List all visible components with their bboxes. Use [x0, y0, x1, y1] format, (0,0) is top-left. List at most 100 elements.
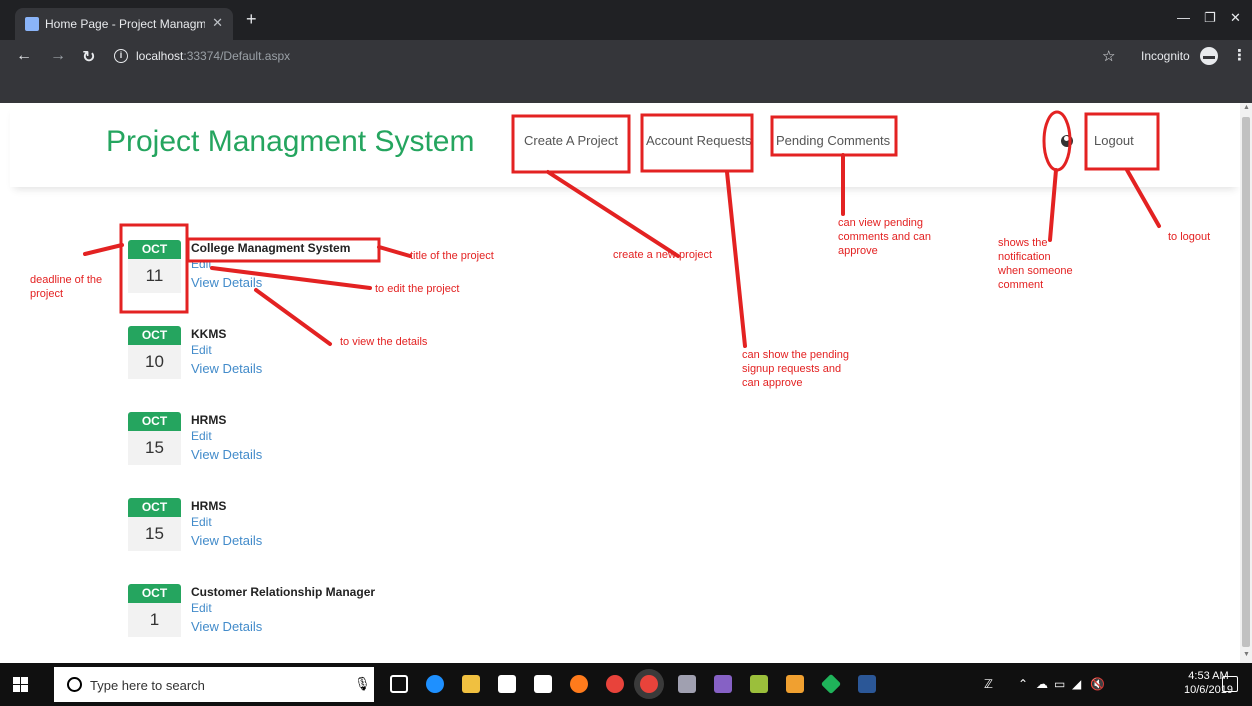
incognito-label: Incognito	[1141, 49, 1190, 63]
app-diamond-icon[interactable]	[820, 673, 842, 695]
page-scrollbar[interactable]: ▲ ▼	[1240, 103, 1252, 663]
edit-project-link[interactable]: Edit	[191, 343, 212, 357]
taskbar-search-input[interactable]: Type here to search 🎙	[54, 667, 374, 702]
site-brand[interactable]: Project Managment System	[106, 125, 474, 159]
volume-icon[interactable]: 🔇	[1090, 677, 1105, 691]
project-item: OCT 15 HRMS Edit View Details	[128, 412, 528, 482]
url-host: localhost	[136, 49, 184, 63]
edit-project-link[interactable]: Edit	[191, 515, 212, 529]
battery-icon[interactable]: ▭	[1054, 677, 1065, 691]
address-bar[interactable]: localhost:33374/Default.aspx	[136, 49, 290, 63]
scroll-up-icon[interactable]: ▲	[1243, 104, 1250, 111]
microphone-icon[interactable]: 🎙	[354, 676, 371, 692]
deadline-day: 15	[128, 431, 181, 465]
annotation-line: approve	[838, 245, 878, 257]
site-header: Project Managment System Create A Projec…	[10, 103, 1240, 187]
new-tab-button[interactable]: +	[246, 9, 257, 30]
deadline-badge: OCT 10	[128, 326, 181, 379]
minimize-icon[interactable]: —	[1177, 10, 1190, 25]
browser-toolbar: ← → ↻ i localhost:33374/Default.aspx ☆ I…	[0, 40, 1252, 73]
edge-browser-icon[interactable]	[426, 675, 444, 693]
deadline-badge: OCT 1	[128, 584, 181, 637]
edit-project-link[interactable]: Edit	[191, 429, 212, 443]
project-title: HRMS	[191, 413, 227, 427]
deadline-month: OCT	[128, 412, 181, 431]
annotation-line: when someone	[998, 265, 1073, 277]
wifi-icon[interactable]: ◢	[1072, 677, 1081, 691]
comments-annotation: can view pending comments and can approv…	[838, 216, 931, 258]
chrome-active-icon[interactable]	[640, 675, 658, 693]
scroll-down-icon[interactable]: ▼	[1243, 651, 1250, 658]
deadline-day: 15	[128, 517, 181, 551]
visual-studio-icon[interactable]	[714, 675, 732, 693]
view-details-link[interactable]: View Details	[191, 619, 262, 634]
tray-chevron-icon[interactable]: ⌃	[1018, 677, 1028, 691]
close-window-icon[interactable]: ✕	[1230, 10, 1241, 26]
logout-annotation: to logout	[1168, 231, 1211, 243]
scroll-thumb[interactable]	[1242, 117, 1250, 647]
deadline-month: OCT	[128, 326, 181, 345]
create-project-link[interactable]: Create A Project	[524, 133, 618, 148]
edit-project-link[interactable]: Edit	[191, 601, 212, 615]
file-explorer-icon[interactable]	[462, 675, 480, 693]
annotation-line: comment	[998, 279, 1044, 291]
notepad-icon[interactable]	[750, 675, 768, 693]
deadline-month: OCT	[128, 498, 181, 517]
annotation-line: notification	[998, 251, 1051, 263]
mail-icon[interactable]	[534, 675, 552, 693]
account-annotation: can show the pending signup requests and…	[742, 348, 849, 390]
chrome-icon[interactable]	[606, 675, 624, 693]
logout-link[interactable]: Logout	[1094, 133, 1134, 148]
pending-comments-link[interactable]: Pending Comments	[776, 133, 890, 148]
close-tab-icon[interactable]: ✕	[212, 15, 223, 31]
view-details-link[interactable]: View Details	[191, 447, 262, 462]
globe-notification-icon[interactable]	[1061, 135, 1073, 147]
view-details-link[interactable]: View Details	[191, 533, 262, 548]
deadline-badge: OCT 11	[128, 240, 181, 293]
word-icon[interactable]	[858, 675, 876, 693]
notification-annotation: shows the notification when someone comm…	[998, 236, 1073, 292]
bookmark-star-icon[interactable]: ☆	[1102, 47, 1115, 65]
annotation-line: signup requests and	[742, 363, 842, 375]
annotation-line: project	[30, 288, 64, 300]
url-path: :33374/Default.aspx	[183, 49, 291, 63]
browser-menu-icon[interactable]: ⋮	[1232, 46, 1247, 64]
page-viewport: Project Managment System Create A Projec…	[0, 103, 1240, 663]
project-title: College Managment System	[191, 241, 351, 255]
site-info-icon[interactable]: i	[114, 49, 128, 63]
app-icon[interactable]	[678, 675, 696, 693]
view-details-link[interactable]: View Details	[191, 275, 262, 290]
deadline-day: 10	[128, 345, 181, 379]
people-icon[interactable]: ℤ	[984, 677, 993, 691]
deadline-badge: OCT 15	[128, 412, 181, 465]
snipping-tool-icon[interactable]	[786, 675, 804, 693]
annotation-line: can show the pending	[742, 349, 850, 361]
browser-tab[interactable]: Home Page - Project Managmen ✕	[15, 8, 233, 40]
project-title: HRMS	[191, 499, 227, 513]
windows-start-icon[interactable]	[13, 677, 28, 692]
onedrive-icon[interactable]: ☁	[1036, 677, 1048, 691]
title-annotation: title of the project	[410, 250, 494, 262]
firefox-icon[interactable]	[570, 675, 588, 693]
deadline-day: 1	[128, 603, 181, 637]
view-details-link[interactable]: View Details	[191, 361, 262, 376]
deadline-day: 11	[128, 259, 181, 293]
reload-icon[interactable]: ↻	[82, 47, 95, 67]
account-requests-link[interactable]: Account Requests	[646, 133, 752, 148]
back-arrow-icon[interactable]: ←	[16, 47, 32, 65]
edit-project-link[interactable]: Edit	[191, 257, 212, 271]
search-placeholder: Type here to search	[90, 678, 205, 693]
annotation-line: comments and can	[838, 231, 931, 243]
deadline-month: OCT	[128, 584, 181, 603]
project-title: KKMS	[191, 327, 227, 341]
annotation-line: can view pending	[838, 217, 924, 229]
bookmark-bar	[0, 73, 1252, 103]
action-center-icon[interactable]	[1222, 676, 1238, 692]
annotation-line: can approve	[742, 377, 803, 389]
incognito-icon	[1200, 47, 1218, 65]
tab-title: Home Page - Project Managmen	[45, 17, 205, 31]
forward-arrow-icon[interactable]: →	[50, 47, 66, 65]
task-view-icon[interactable]	[390, 675, 408, 693]
store-icon[interactable]	[498, 675, 516, 693]
restore-icon[interactable]: ❐	[1204, 10, 1216, 26]
